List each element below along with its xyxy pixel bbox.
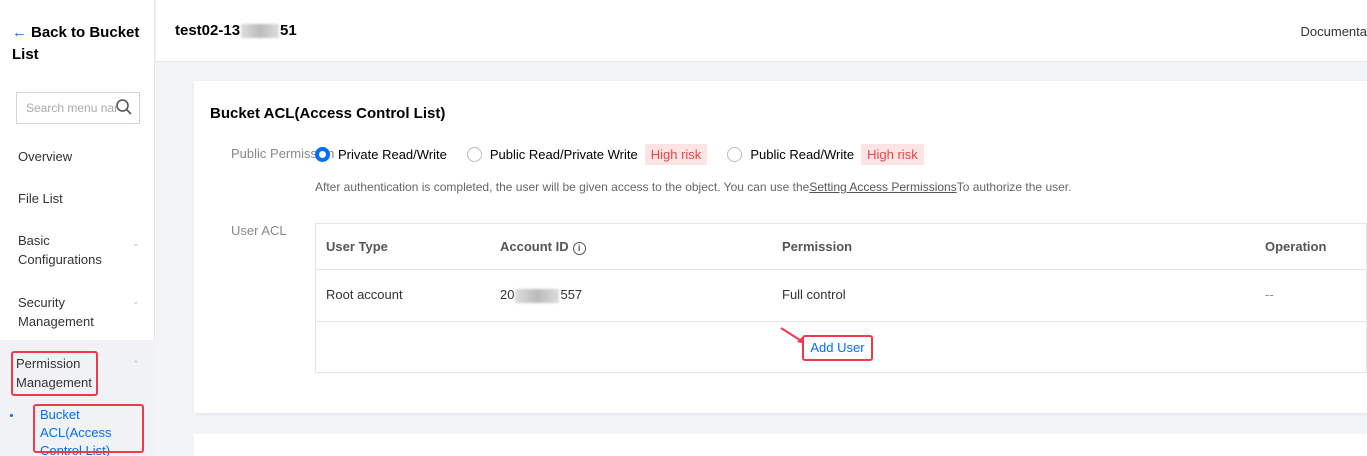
info-icon[interactable]: i: [572, 242, 586, 255]
chevron-up-icon: ⌃: [132, 359, 140, 369]
sidebar-item-label: File List: [18, 191, 63, 206]
column-header-user-type: User Type: [326, 239, 388, 254]
arrow-left-icon: ←: [12, 24, 27, 41]
account-id-suffix: 557: [560, 287, 583, 302]
column-header-account-id: Account ID i: [500, 224, 586, 269]
chevron-down-icon: ⌄: [132, 238, 140, 248]
documentation-link[interactable]: Documenta: [1301, 24, 1367, 39]
radio-public-read-write[interactable]: Public Read/Write High risk: [727, 143, 924, 165]
back-label: Back to Bucket List: [12, 24, 140, 63]
back-to-bucket-list-link[interactable]: ← Back to Bucket List: [12, 22, 147, 66]
radio-private-read-write[interactable]: Private Read/Write: [315, 146, 447, 162]
card-title: Bucket ACL(Access Control List): [210, 105, 446, 122]
auth-hint: After authentication is completed, the u…: [315, 180, 1071, 194]
sidebar-item-file-list[interactable]: File List: [18, 189, 143, 208]
search-input[interactable]: [26, 101, 116, 115]
radio-unselected-icon: [727, 146, 743, 162]
setting-access-permissions-link[interactable]: Setting Access Permissions: [809, 180, 956, 194]
next-card: [194, 434, 1367, 456]
column-header-permission: Permission: [782, 239, 853, 254]
radio-unselected-icon: [466, 146, 482, 162]
permission-radio-group: Private Read/Write Public Read/Private W…: [315, 143, 944, 165]
radio-public-read-private-write[interactable]: Public Read/Private Write High risk: [466, 143, 708, 165]
sidebar-item-security-management[interactable]: Security Management: [18, 293, 108, 331]
search-box[interactable]: [16, 92, 140, 124]
bullet-icon: [10, 414, 13, 417]
bucket-name-suffix: 51: [280, 22, 297, 39]
high-risk-badge: High risk: [861, 143, 924, 165]
sidebar-item-overview[interactable]: Overview: [18, 147, 143, 166]
bucket-title: test02-13 51: [175, 22, 297, 39]
divider: [316, 321, 1367, 322]
sidebar-item-label: Security Management: [18, 295, 94, 329]
cell-operation: --: [1265, 287, 1274, 302]
bucket-name-prefix: test02-13: [175, 22, 241, 39]
cell-permission: Full control: [782, 287, 846, 302]
column-header-operation: Operation: [1265, 239, 1327, 254]
hint-text: To authorize the user.: [956, 180, 1072, 194]
sidebar-item-label: Basic Configurations: [18, 233, 102, 267]
redacted-mask: [515, 288, 560, 303]
highlight-box: [33, 404, 144, 453]
user-acl-label: User ACL: [231, 223, 287, 238]
radio-label: Public Read/Private Write: [489, 146, 638, 162]
bucket-acl-card: Bucket ACL(Access Control List) Public P…: [194, 81, 1367, 413]
search-icon[interactable]: [115, 98, 133, 116]
radio-label: Public Read/Write: [750, 146, 855, 162]
radio-label: Private Read/Write: [338, 146, 447, 162]
sidebar: ←Back to Bucket List Overview File List …: [0, 0, 155, 456]
cell-account-id: 20 557: [500, 269, 582, 321]
radio-selected-icon: [315, 146, 330, 162]
high-risk-badge: High risk: [644, 143, 708, 165]
cell-user-type: Root account: [326, 287, 403, 302]
chevron-down-icon: ⌄: [132, 296, 140, 306]
hint-text: After authentication is completed, the u…: [315, 180, 810, 194]
top-header: test02-13 51 Documenta: [156, 0, 1367, 62]
account-id-prefix: 20: [500, 287, 515, 302]
user-acl-table: User Type Account ID i Permission Operati…: [315, 223, 1367, 373]
column-header-label: Account ID: [500, 239, 569, 254]
sidebar-item-label: Overview: [18, 149, 73, 164]
add-user-button[interactable]: Add User: [802, 335, 873, 361]
highlight-box: [11, 351, 98, 396]
sidebar-item-basic-configurations[interactable]: Basic Configurations: [18, 231, 108, 269]
redacted-mask: [241, 24, 280, 39]
